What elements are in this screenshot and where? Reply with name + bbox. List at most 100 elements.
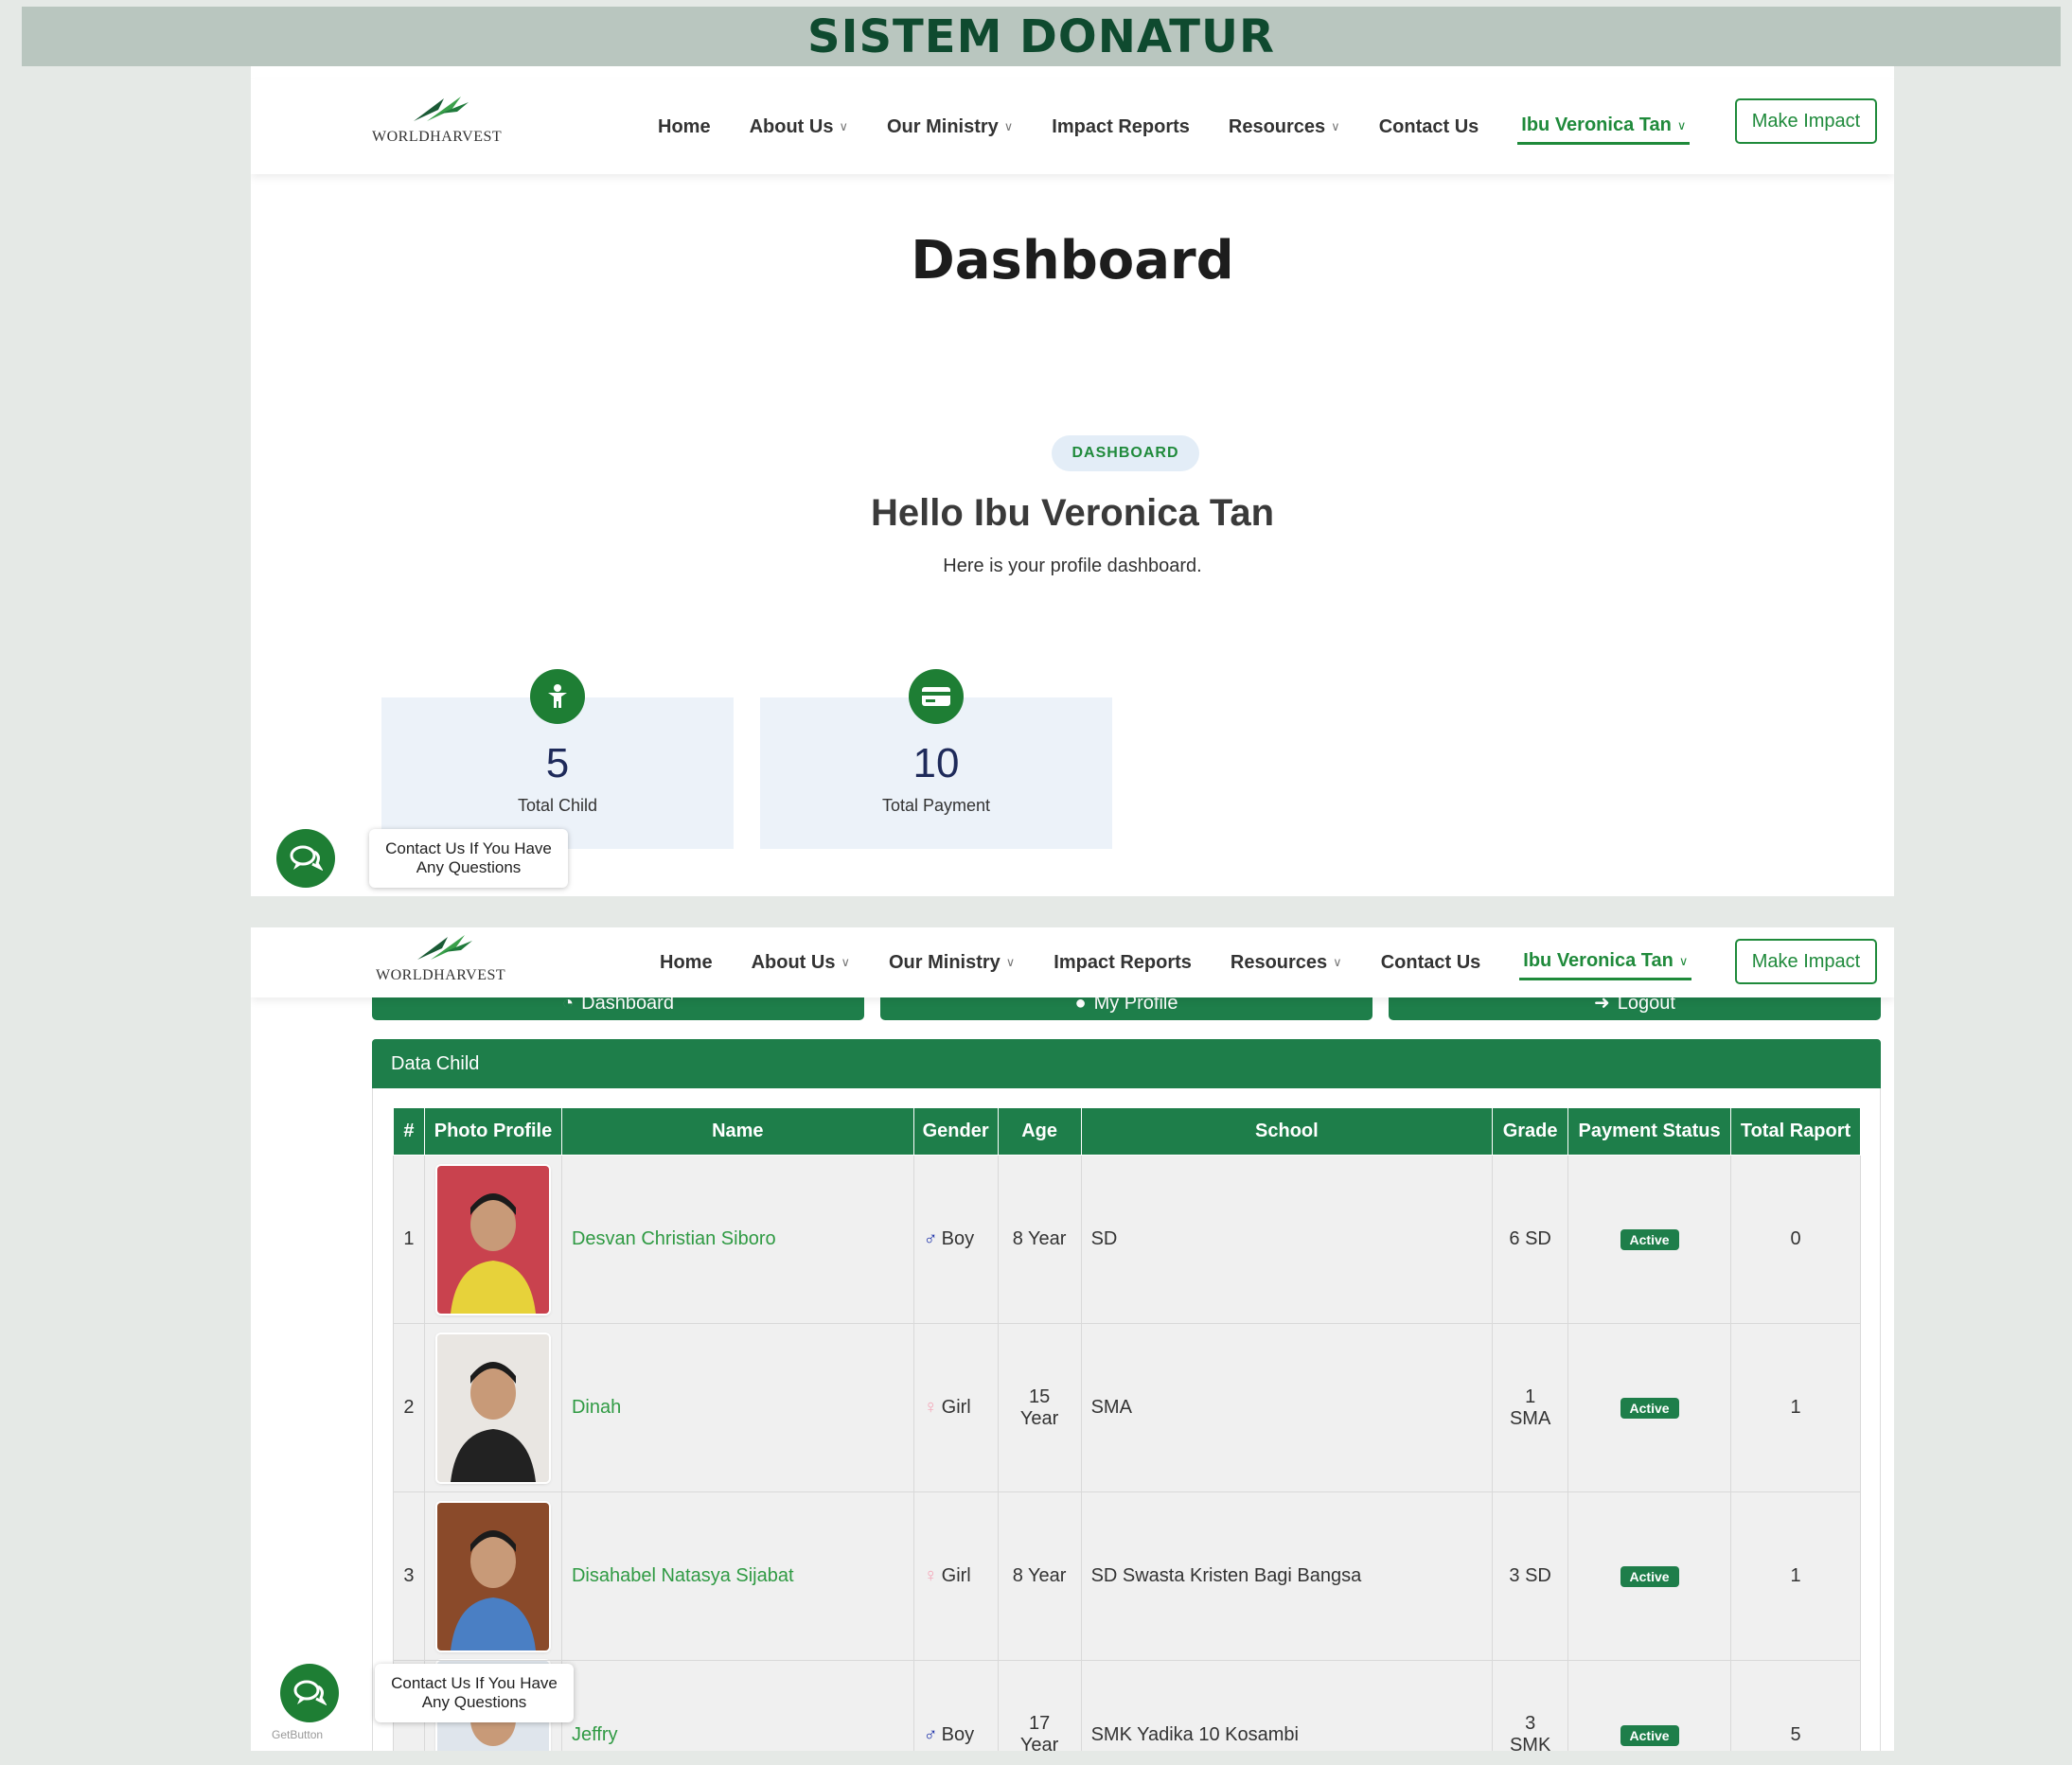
column-header[interactable]: Grade bbox=[1492, 1107, 1569, 1156]
page-title: Dashboard bbox=[911, 230, 1234, 291]
stat-label: Total Payment bbox=[881, 796, 991, 815]
nav-label: Ibu Veronica Tan bbox=[1521, 115, 1672, 135]
nav-label: Impact Reports bbox=[1054, 951, 1192, 973]
chat-button[interactable] bbox=[280, 1664, 339, 1722]
chat-tooltip: Contact Us If You Have Any Questions bbox=[375, 1664, 574, 1722]
nav-label: Resources bbox=[1228, 115, 1326, 137]
school-cell: SMK Yadika 10 Kosambi bbox=[1080, 1660, 1494, 1751]
table-row: 3 Disahabel Natasya Sijabat ♀ Girl 8 Year SD … bbox=[393, 1491, 1861, 1661]
gender-cell: ♀ Girl bbox=[912, 1323, 999, 1492]
grade-cell: 6 SD bbox=[1492, 1155, 1569, 1324]
nav-our-ministry[interactable]: Our Ministry ∨ bbox=[889, 952, 1015, 974]
school-cell: SD bbox=[1080, 1155, 1494, 1324]
nav-label: Home bbox=[660, 951, 713, 973]
child-name-link[interactable]: Desvan Christian Siboro bbox=[572, 1228, 776, 1249]
worldharvest-logo[interactable]: WORLDHARVEST bbox=[366, 93, 518, 150]
nav-label: Ibu Veronica Tan bbox=[1523, 950, 1674, 971]
column-header[interactable]: Payment Status bbox=[1567, 1107, 1731, 1156]
nav-home[interactable]: Home bbox=[658, 116, 711, 138]
row-number: 1 bbox=[393, 1155, 425, 1324]
nav-contact-us[interactable]: Contact Us bbox=[1381, 952, 1481, 974]
female-icon: ♀ bbox=[923, 1397, 938, 1418]
nav-user-menu[interactable]: Ibu Veronica Tan ∨ bbox=[1519, 944, 1692, 980]
top-navbar: WORLDHARVEST Home About Us ∨ Our Ministry… bbox=[251, 927, 1894, 997]
column-header[interactable]: # bbox=[393, 1107, 425, 1156]
column-header[interactable]: Gender bbox=[912, 1107, 999, 1156]
child-name-link[interactable]: Jeffry bbox=[572, 1724, 618, 1745]
female-icon: ♀ bbox=[923, 1565, 938, 1586]
photo-cell bbox=[423, 1323, 562, 1492]
nav-about-us[interactable]: About Us ∨ bbox=[750, 116, 848, 138]
nav-user-menu[interactable]: Ibu Veronica Tan ∨ bbox=[1517, 109, 1691, 145]
row-number: 3 bbox=[393, 1491, 425, 1661]
nav-our-ministry[interactable]: Our Ministry ∨ bbox=[887, 116, 1013, 138]
nav-impact-reports[interactable]: Impact Reports bbox=[1054, 952, 1192, 974]
chevron-down-icon: ∨ bbox=[1005, 955, 1016, 969]
nav-impact-reports[interactable]: Impact Reports bbox=[1052, 116, 1190, 138]
chat-tooltip: Contact Us If You Have Any Questions bbox=[369, 829, 568, 888]
child-photo[interactable] bbox=[436, 1165, 549, 1314]
nav-label: About Us bbox=[749, 115, 834, 137]
chevron-down-icon: ∨ bbox=[1678, 953, 1689, 968]
stat-card-total-payment: 10 Total Payment bbox=[760, 669, 1112, 849]
age-cell: 17 Year bbox=[997, 1660, 1082, 1751]
chevron-down-icon: ∨ bbox=[839, 119, 848, 133]
column-header[interactable]: School bbox=[1080, 1107, 1494, 1156]
child-name-link[interactable]: Dinah bbox=[572, 1397, 621, 1418]
stat-label: Total Child bbox=[517, 796, 598, 815]
table-row: 2 Dinah ♀ Girl 15 Year SMA 1 SMA Active 1 bbox=[393, 1323, 1861, 1492]
chat-button[interactable] bbox=[276, 829, 335, 888]
nav-label: Our Ministry bbox=[886, 115, 999, 137]
child-icon bbox=[530, 669, 585, 724]
chevron-down-icon: ∨ bbox=[1331, 119, 1340, 133]
chevron-down-icon: ∨ bbox=[1676, 117, 1687, 132]
gender-text: Boy bbox=[941, 1723, 975, 1745]
chat-bubble-icon bbox=[293, 1680, 327, 1706]
nav-contact-us[interactable]: Contact Us bbox=[1379, 116, 1479, 138]
payment-status-cell: Active bbox=[1567, 1660, 1731, 1751]
dashboard-screenshot: WORLDHARVEST Home About Us ∨ Our Ministry… bbox=[251, 66, 1894, 896]
credit-card-icon bbox=[909, 669, 964, 724]
total-raport-cell: 1 bbox=[1730, 1491, 1861, 1661]
child-name-link[interactable]: Disahabel Natasya Sijabat bbox=[572, 1565, 794, 1586]
nav-resources[interactable]: Resources ∨ bbox=[1231, 952, 1342, 974]
make-impact-button[interactable]: Make Impact bbox=[1735, 98, 1877, 144]
stat-value: 10 bbox=[912, 740, 960, 786]
greeting-subtitle: Here is your profile dashboard. bbox=[943, 556, 1202, 576]
gender-text: Boy bbox=[941, 1228, 975, 1249]
age-cell: 15 Year bbox=[997, 1323, 1082, 1492]
stat-card-total-child: 5 Total Child bbox=[381, 669, 734, 849]
top-navbar: WORLDHARVEST Home About Us ∨ Our Ministry… bbox=[251, 79, 1894, 174]
column-header[interactable]: Photo Profile bbox=[423, 1107, 562, 1156]
nav-home[interactable]: Home bbox=[660, 952, 713, 974]
logo-mark-icon bbox=[417, 935, 472, 960]
stat-value: 5 bbox=[545, 740, 570, 786]
payment-status-cell: Active bbox=[1567, 1323, 1731, 1492]
column-header[interactable]: Age bbox=[997, 1107, 1082, 1156]
child-photo[interactable] bbox=[436, 1333, 549, 1482]
nav-resources[interactable]: Resources ∨ bbox=[1229, 116, 1340, 138]
make-impact-button[interactable]: Make Impact bbox=[1735, 939, 1877, 984]
nav-about-us[interactable]: About Us ∨ bbox=[752, 952, 850, 974]
chat-bubble-icon bbox=[290, 845, 323, 872]
getbutton-brand[interactable]: GetButton bbox=[272, 1728, 323, 1741]
nav-label: Home bbox=[658, 115, 711, 137]
banner: SISTEM DONATUR bbox=[22, 7, 2061, 66]
column-header[interactable]: Total Raport bbox=[1730, 1107, 1861, 1156]
payment-status-cell: Active bbox=[1567, 1155, 1731, 1324]
child-photo[interactable] bbox=[436, 1502, 549, 1650]
total-raport-cell: 0 bbox=[1730, 1155, 1861, 1324]
age-cell: 8 Year bbox=[997, 1491, 1082, 1661]
grade-cell: 1 SMA bbox=[1492, 1323, 1569, 1492]
main-nav: Home About Us ∨ Our Ministry ∨ Impact Repo… bbox=[658, 79, 1691, 174]
nav-label: About Us bbox=[751, 951, 836, 973]
worldharvest-logo[interactable]: WORLDHARVEST bbox=[370, 931, 522, 988]
grade-cell: 3 SMK bbox=[1492, 1660, 1569, 1751]
gender-cell: ♂ Boy bbox=[912, 1660, 999, 1751]
male-icon: ♂ bbox=[923, 1228, 938, 1249]
main-nav: Home About Us ∨ Our Ministry ∨ Impact Repo… bbox=[660, 927, 1692, 997]
photo-cell bbox=[423, 1155, 562, 1324]
age-cell: 8 Year bbox=[997, 1155, 1082, 1324]
logo-text: WORLDHARVEST bbox=[372, 129, 503, 145]
column-header[interactable]: Name bbox=[560, 1107, 914, 1156]
